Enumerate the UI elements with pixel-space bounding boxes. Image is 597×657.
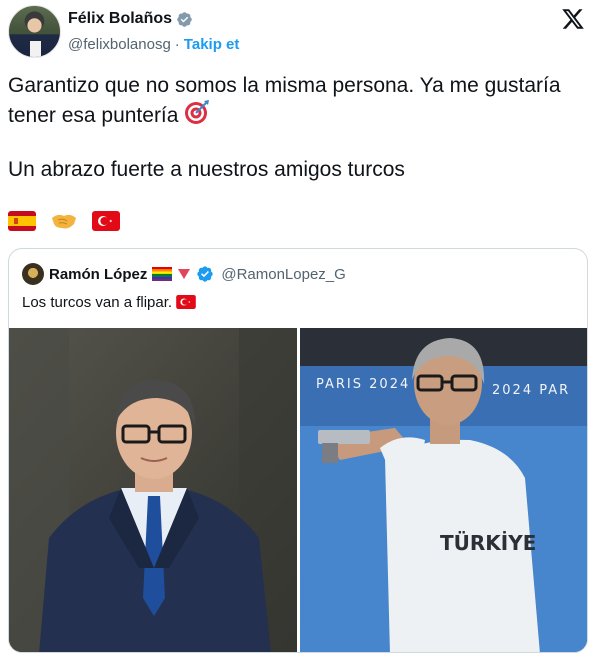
- x-logo-icon[interactable]: [561, 7, 585, 31]
- author-name[interactable]: Félix Bolaños: [68, 10, 172, 28]
- quoted-tweet[interactable]: Ramón López @RamonLopez_G Los turcos van…: [8, 248, 588, 653]
- tweet-line-2: tener esa puntería: [8, 104, 179, 127]
- shirt-text: TÜRKİYE: [440, 531, 536, 555]
- quoted-name[interactable]: Ramón López: [49, 266, 147, 283]
- turkey-flag-small-icon: [176, 295, 197, 309]
- verified-gray-icon: [177, 11, 192, 27]
- tweet-line-1: Garantizo que no somos la misma persona.…: [8, 74, 561, 97]
- photo-shooter-art: PARIS 2024 2024 PAR TÜRKİYE: [300, 328, 587, 652]
- direct-hit-icon: [185, 100, 210, 124]
- photo-politician-art: [9, 328, 297, 652]
- red-triangle-icon: [178, 269, 191, 279]
- rainbow-flag-icon: [152, 267, 173, 281]
- author-avatar[interactable]: [8, 5, 61, 58]
- separator-dot: ·: [174, 36, 180, 53]
- photo-shooter[interactable]: PARIS 2024 2024 PAR TÜRKİYE: [300, 328, 587, 652]
- tweet-emoji-row: [8, 210, 120, 232]
- tweet-body: Garantizo que no somos la misma persona.…: [8, 72, 593, 183]
- handshake-icon: [52, 214, 76, 229]
- quoted-avatar[interactable]: [22, 263, 44, 285]
- author-handle-row: @felixbolanosg · Takip et: [68, 36, 239, 53]
- follow-button[interactable]: Takip et: [184, 36, 240, 53]
- tweet-header: Félix Bolaños @felixbolanosg · Takip et: [8, 5, 589, 61]
- verified-blue-icon: [197, 266, 214, 282]
- spain-flag-icon: [8, 211, 36, 231]
- tweet-line-3: Un abrazo fuerte a nuestros amigos turco…: [8, 158, 405, 181]
- banner-left-text: PARIS 2024: [316, 377, 410, 392]
- author-handle[interactable]: @felixbolanosg: [68, 36, 171, 53]
- quoted-text: Los turcos van a flipar.: [22, 294, 173, 311]
- banner-right-text: 2024 PAR: [492, 383, 570, 398]
- quoted-handle[interactable]: @RamonLopez_G: [221, 266, 345, 283]
- tweet-line-2-wrap: tener esa puntería: [8, 99, 593, 129]
- photo-politician[interactable]: [9, 328, 297, 652]
- author-name-row: Félix Bolaños: [68, 10, 193, 28]
- quoted-text-row: Los turcos van a flipar.: [22, 294, 197, 311]
- quoted-header: Ramón López @RamonLopez_G: [22, 263, 346, 285]
- turkey-flag-icon: [92, 211, 120, 231]
